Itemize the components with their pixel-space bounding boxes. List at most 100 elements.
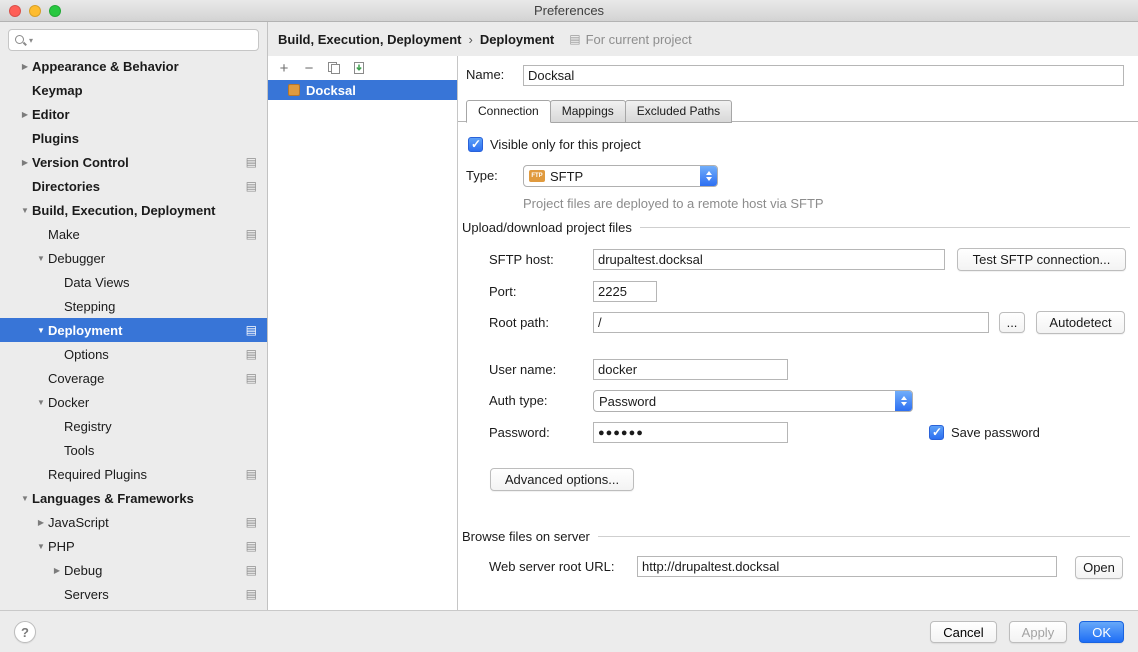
chevron-right-icon[interactable]: ▶ <box>18 62 32 71</box>
sftp-icon: FTP <box>529 170 545 182</box>
tab-mappings[interactable]: Mappings <box>550 100 626 123</box>
ok-button[interactable]: OK <box>1079 621 1124 643</box>
section-divider <box>598 536 1130 537</box>
sidebar-item-tools[interactable]: Tools <box>0 438 267 462</box>
sidebar-item-build-execution-deployment[interactable]: ▼ Build, Execution, Deployment <box>0 198 267 222</box>
sidebar-item-stepping[interactable]: Stepping <box>0 294 267 318</box>
chevron-down-icon[interactable]: ▼ <box>34 326 48 335</box>
sidebar-item-editor[interactable]: ▶ Editor <box>0 102 267 126</box>
password-input[interactable] <box>593 422 788 443</box>
tab-connection[interactable]: Connection <box>466 100 551 123</box>
search-icon <box>14 34 27 47</box>
chevron-down-icon[interactable]: ▼ <box>34 542 48 551</box>
settings-search-field[interactable]: ▾ <box>8 29 259 51</box>
help-button[interactable]: ? <box>14 621 36 643</box>
name-input[interactable] <box>523 65 1124 86</box>
sidebar-item-appearance-and-behavior[interactable]: ▶ Appearance & Behavior <box>0 54 267 78</box>
sidebar-item-data-views[interactable]: Data Views <box>0 270 267 294</box>
sidebar-item-required-plugins[interactable]: Required Plugins ▤ <box>0 462 267 486</box>
password-label: Password: <box>489 425 550 441</box>
sidebar-item-label: Options <box>64 347 109 362</box>
chevron-right-icon[interactable]: ▶ <box>18 110 32 119</box>
sidebar-item-debugger[interactable]: ▼ Debugger <box>0 246 267 270</box>
chevron-right-icon[interactable]: ▶ <box>50 566 64 575</box>
chevron-right-icon[interactable]: ▶ <box>34 518 48 527</box>
sidebar-item-version-control[interactable]: ▶ Version Control ▤ <box>0 150 267 174</box>
import-server-button[interactable] <box>348 58 370 78</box>
chevron-down-icon[interactable]: ▼ <box>34 398 48 407</box>
sidebar-item-docker[interactable]: ▼ Docker <box>0 390 267 414</box>
copy-server-button[interactable] <box>323 58 345 78</box>
sidebar-item-label: Servers <box>64 587 109 602</box>
servers-panel: + − Docksal <box>268 56 458 610</box>
sidebar-item-label: Keymap <box>32 83 83 98</box>
user-name-input[interactable] <box>593 359 788 380</box>
sidebar-item-debug[interactable]: ▶ Debug ▤ <box>0 558 267 582</box>
sidebar-item-label: Debug <box>64 563 102 578</box>
preferences-window: Preferences ▾ ▶ Appearance & Behavior Ke… <box>0 0 1138 652</box>
minimize-icon[interactable] <box>29 5 41 17</box>
test-sftp-connection-button[interactable]: Test SFTP connection... <box>957 248 1126 271</box>
chevron-down-icon[interactable]: ▼ <box>34 254 48 263</box>
tab-bar: Connection Mappings Excluded Paths <box>466 100 731 123</box>
server-list-item-docksal[interactable]: Docksal <box>268 80 457 100</box>
root-path-label: Root path: <box>489 315 549 331</box>
apply-button[interactable]: Apply <box>1009 621 1068 643</box>
advanced-options-button[interactable]: Advanced options... <box>490 468 634 491</box>
sidebar-item-label: Deployment <box>48 323 122 338</box>
sidebar-item-registry[interactable]: Registry <box>0 414 267 438</box>
sidebar-item-label: Build, Execution, Deployment <box>32 203 215 218</box>
sidebar-item-deployment[interactable]: ▼ Deployment ▤ <box>0 318 267 342</box>
server-icon <box>288 84 300 96</box>
sidebar-item-javascript[interactable]: ▶ JavaScript ▤ <box>0 510 267 534</box>
tab-excluded-paths[interactable]: Excluded Paths <box>625 100 732 123</box>
sidebar-item-label: Required Plugins <box>48 467 147 482</box>
breadcrumb: Build, Execution, Deployment › Deploymen… <box>268 22 1138 56</box>
sidebar-item-directories[interactable]: Directories ▤ <box>0 174 267 198</box>
sidebar-item-make[interactable]: Make ▤ <box>0 222 267 246</box>
browse-root-path-button[interactable]: ... <box>999 312 1025 333</box>
settings-tree: ▶ Appearance & Behavior Keymap ▶ Editor … <box>0 54 267 606</box>
chevron-down-icon[interactable]: ▼ <box>18 206 32 215</box>
sidebar-item-plugins[interactable]: Plugins <box>0 126 267 150</box>
cancel-button[interactable]: Cancel <box>930 621 996 643</box>
sidebar-item-php[interactable]: ▼ PHP ▤ <box>0 534 267 558</box>
port-input[interactable] <box>593 281 657 302</box>
sidebar-item-coverage[interactable]: Coverage ▤ <box>0 366 267 390</box>
type-select[interactable]: FTP SFTP <box>523 165 718 187</box>
servers-toolbar: + − <box>268 56 457 80</box>
close-icon[interactable] <box>9 5 21 17</box>
sidebar-item-servers[interactable]: Servers ▤ <box>0 582 267 606</box>
search-input[interactable] <box>33 33 253 47</box>
visible-only-checkbox[interactable]: Visible only for this project <box>468 137 641 152</box>
sftp-host-label: SFTP host: <box>489 252 554 268</box>
breadcrumb-item-build-execution-deployment[interactable]: Build, Execution, Deployment <box>278 32 461 47</box>
sidebar-item-label: Data Views <box>64 275 130 290</box>
zoom-icon[interactable] <box>49 5 61 17</box>
sidebar-item-label: Directories <box>32 179 100 194</box>
chevron-right-icon[interactable]: ▶ <box>18 158 32 167</box>
remove-server-button[interactable]: − <box>298 58 320 78</box>
sidebar-item-label: Editor <box>32 107 70 122</box>
upload-section-title: Upload/download project files <box>462 220 632 235</box>
sftp-host-input[interactable] <box>593 249 945 270</box>
web-root-input[interactable] <box>637 556 1057 577</box>
root-path-input[interactable] <box>593 312 989 333</box>
auth-type-select[interactable]: Password <box>593 390 913 412</box>
sidebar-item-label: Tools <box>64 443 94 458</box>
window-title: Preferences <box>0 0 1138 21</box>
project-scope-icon: ▤ <box>246 156 257 168</box>
add-server-button[interactable]: + <box>273 58 295 78</box>
browse-section-header: Browse files on server <box>462 529 1130 544</box>
sidebar-item-languages-frameworks[interactable]: ▼ Languages & Frameworks <box>0 486 267 510</box>
upload-section-header: Upload/download project files <box>462 220 1130 235</box>
project-scope-icon: ▤ <box>246 324 257 336</box>
title-bar: Preferences <box>0 0 1138 22</box>
breadcrumb-item-deployment[interactable]: Deployment <box>480 32 554 47</box>
sidebar-item-keymap[interactable]: Keymap <box>0 78 267 102</box>
chevron-down-icon[interactable]: ▼ <box>18 494 32 503</box>
save-password-checkbox[interactable]: Save password <box>929 425 1040 440</box>
sidebar-item-options[interactable]: Options ▤ <box>0 342 267 366</box>
autodetect-button[interactable]: Autodetect <box>1036 311 1125 334</box>
open-button[interactable]: Open <box>1075 556 1123 579</box>
